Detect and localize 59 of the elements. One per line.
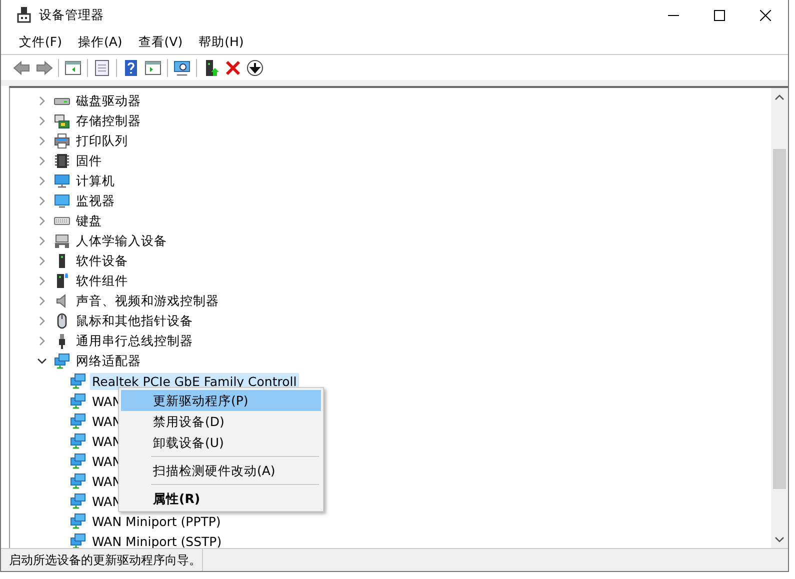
- menu-item[interactable]: 操作(A): [70, 30, 130, 54]
- tree-item[interactable]: 通用串行总线控制器: [74, 332, 195, 350]
- menu-item[interactable]: 查看(V): [130, 30, 191, 54]
- network-adapter-icon: [70, 493, 86, 509]
- network-adapter-icon: [70, 413, 86, 429]
- menu-item[interactable]: 帮助(H): [190, 30, 252, 54]
- tree-item[interactable]: 监视器: [74, 192, 117, 210]
- context-menu-item[interactable]: 卸载设备(U): [121, 432, 321, 453]
- help-icon[interactable]: [122, 58, 140, 76]
- tree-item[interactable]: 鼠标和其他指针设备: [74, 312, 195, 330]
- tree-item[interactable]: WAN Miniport (PPTP): [90, 512, 223, 530]
- chip-icon: [54, 153, 70, 169]
- tree-item[interactable]: 人体学输入设备: [74, 232, 169, 250]
- storage-controller-icon: [54, 113, 70, 129]
- tree-item[interactable]: 软件组件: [74, 272, 130, 290]
- delete-x-icon[interactable]: [224, 58, 242, 76]
- tree-item[interactable]: 存储控制器: [74, 112, 143, 130]
- forward-arrow-icon[interactable]: [35, 58, 53, 76]
- context-menu-item[interactable]: 扫描检测硬件改动(A): [121, 460, 321, 481]
- software-component-icon: [54, 273, 70, 289]
- close-icon[interactable]: [760, 10, 770, 20]
- minimize-icon[interactable]: [668, 14, 678, 16]
- tree-item[interactable]: 软件设备: [74, 252, 130, 270]
- network-adapter-icon: [70, 393, 86, 409]
- tree-item[interactable]: WAN Miniport (SSTP): [90, 532, 224, 548]
- network-adapter-icon: [70, 513, 86, 529]
- window-panel-icon[interactable]: [144, 58, 162, 76]
- tree-item[interactable]: 打印队列: [74, 132, 130, 150]
- tree-item[interactable]: 网络适配器: [74, 352, 143, 370]
- status-text: 启动所选设备的更新驱动程序向导。: [1, 549, 203, 571]
- tree-item[interactable]: Realtek PCIe GbE Family Controll: [90, 372, 299, 390]
- download-circle-icon[interactable]: [246, 58, 264, 76]
- context-menu-item[interactable]: 禁用设备(D): [121, 411, 321, 432]
- context-menu-item[interactable]: 更新驱动程序(P): [121, 390, 321, 411]
- tree-item[interactable]: 声音、视频和游戏控制器: [74, 292, 221, 310]
- tree-item[interactable]: 磁盘驱动器: [74, 92, 143, 110]
- back-arrow-icon[interactable]: [13, 58, 31, 76]
- disk-drive-icon: [54, 98, 70, 104]
- printer-icon: [54, 133, 70, 149]
- context-menu-item[interactable]: 属性(R): [121, 488, 321, 509]
- monitor-search-icon[interactable]: [173, 58, 191, 76]
- network-adapter-icon: [70, 473, 86, 489]
- app-icon: [17, 7, 31, 23]
- monitor-icon: [54, 193, 70, 209]
- computer-icon: [54, 173, 70, 189]
- window-title: 设备管理器: [39, 6, 104, 24]
- maximize-icon[interactable]: [714, 10, 724, 20]
- network-computers-icon: [54, 353, 70, 369]
- window-panel-icon[interactable]: [64, 58, 82, 76]
- tree-item[interactable]: 键盘: [74, 212, 104, 230]
- network-adapter-icon: [70, 433, 86, 449]
- network-adapter-icon: [70, 453, 86, 469]
- keyboard-icon: [54, 217, 70, 225]
- menu-item[interactable]: 文件(F): [11, 30, 70, 54]
- tree-item[interactable]: 计算机: [74, 172, 117, 190]
- network-adapter-icon: [70, 373, 86, 389]
- tree-item[interactable]: 固件: [74, 152, 104, 170]
- scrollbar-thumb[interactable]: [773, 149, 786, 489]
- properties-sheet-icon[interactable]: [93, 58, 111, 76]
